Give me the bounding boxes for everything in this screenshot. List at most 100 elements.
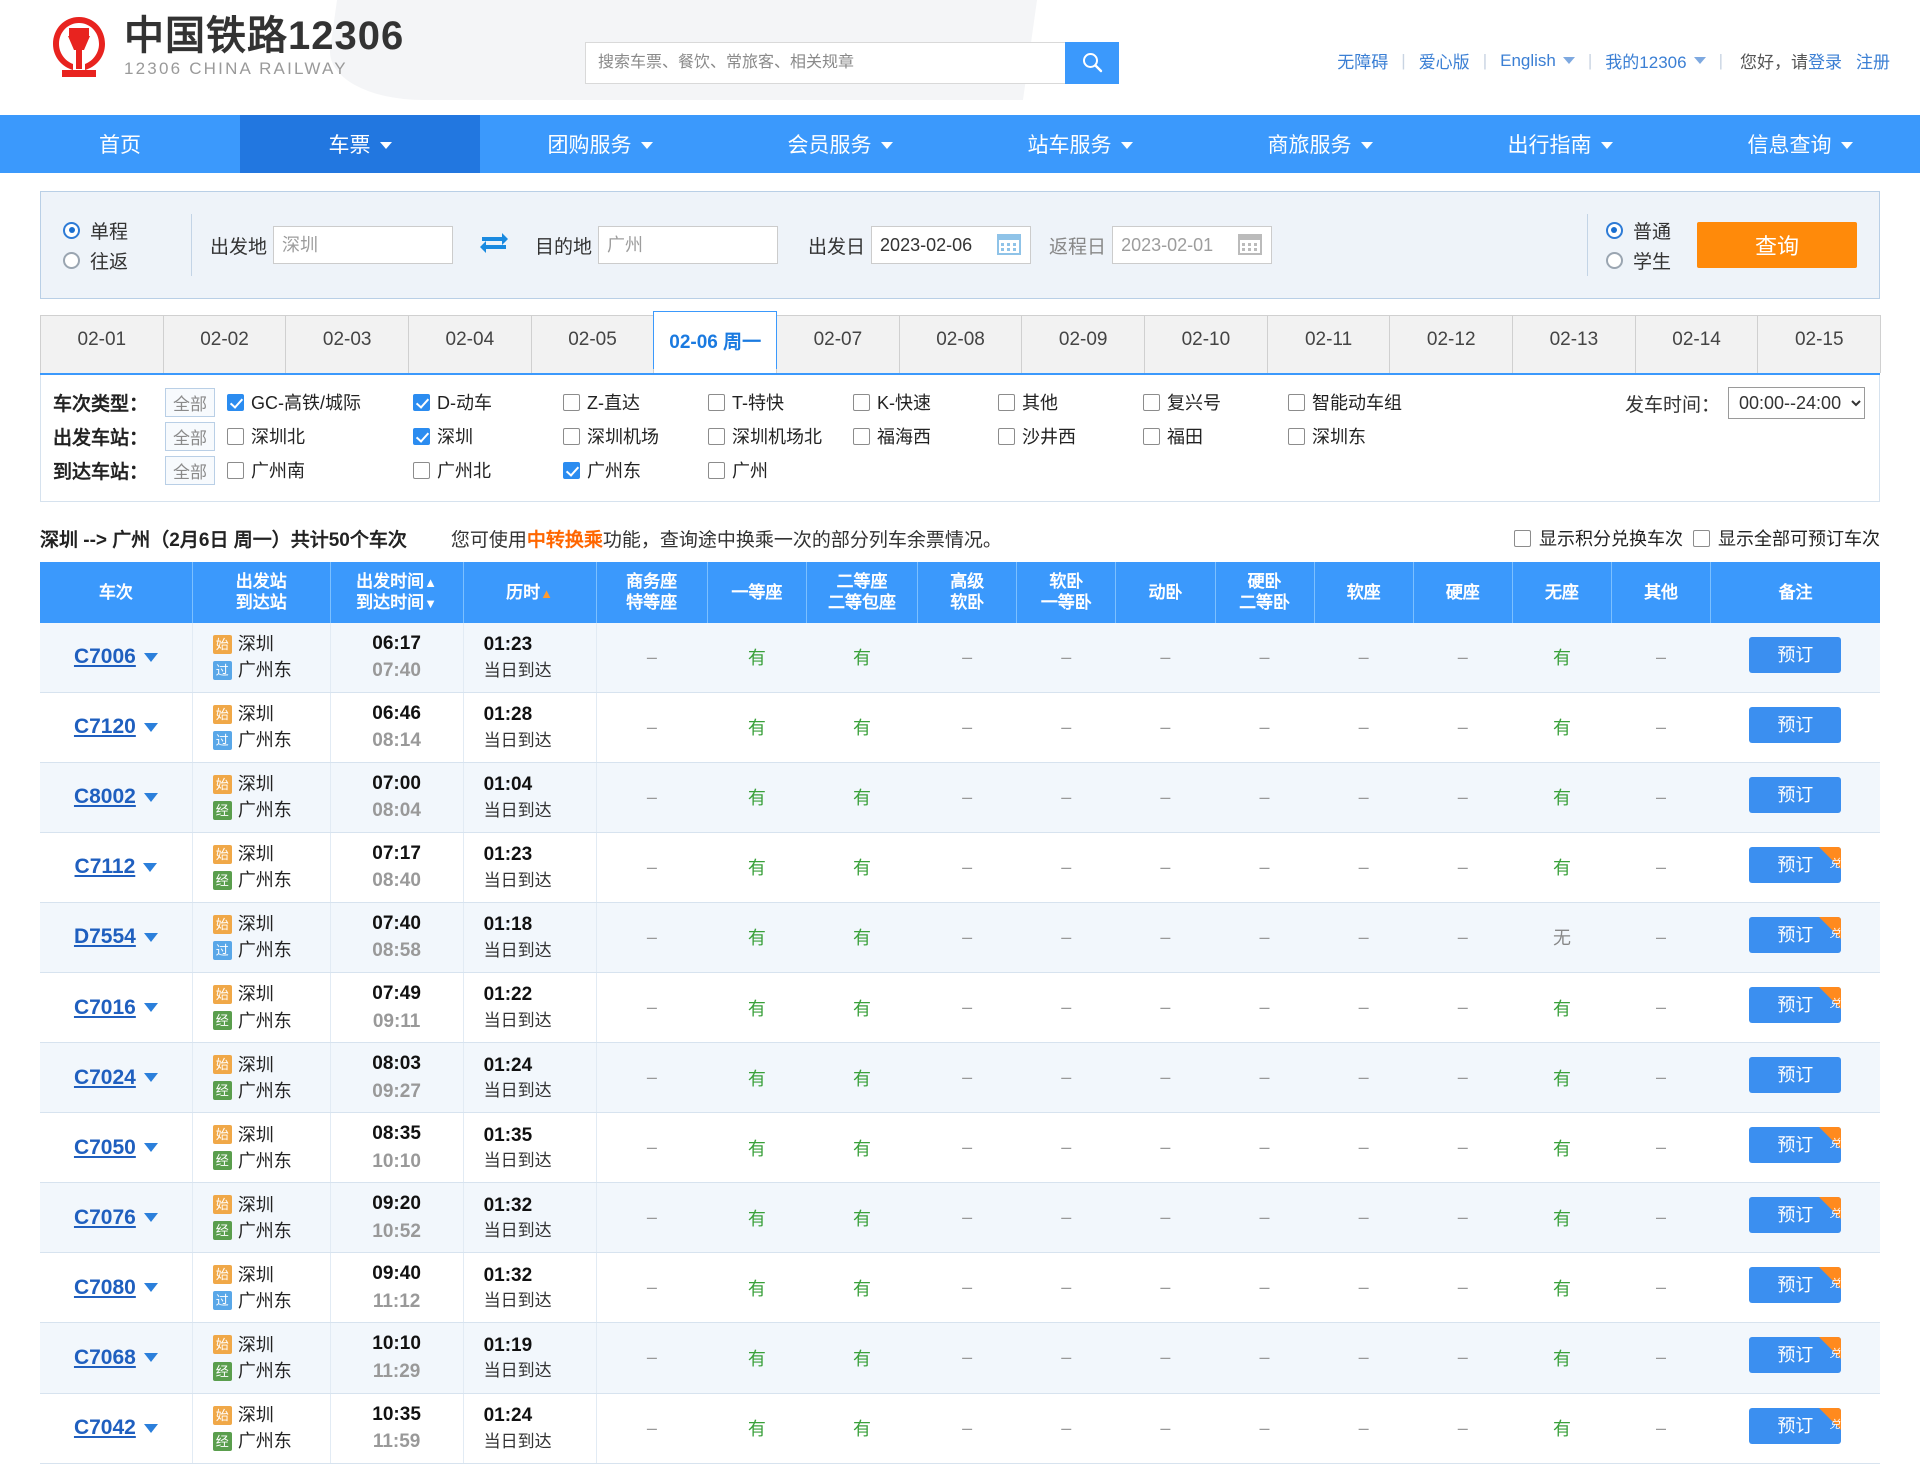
date-tab-13[interactable]: 02-14 [1634, 315, 1759, 373]
transfer-link[interactable]: 中转换乘 [527, 530, 603, 551]
date-tab-10[interactable]: 02-11 [1266, 315, 1391, 373]
train-code-link[interactable]: C8002 [74, 785, 136, 809]
nav-item-5[interactable]: 商旅服务 [1200, 115, 1440, 173]
book-button[interactable]: 预订兑 [1749, 987, 1842, 1024]
search-button[interactable] [1065, 42, 1119, 84]
to-input[interactable] [598, 226, 779, 264]
global-search[interactable] [585, 42, 1119, 84]
chevron-down-icon[interactable] [143, 1283, 158, 1293]
date-tab-7[interactable]: 02-08 [898, 315, 1023, 373]
filter-dep-sjx[interactable]: 沙井西 [998, 423, 1143, 449]
train-code-link[interactable]: C7050 [74, 1136, 136, 1160]
book-button[interactable]: 预订 [1749, 706, 1842, 743]
filter-dep-szjcb[interactable]: 深圳机场北 [708, 423, 853, 449]
book-button[interactable]: 预订兑 [1749, 916, 1842, 953]
filter-smart-emu[interactable]: 智能动车组 [1288, 389, 1402, 415]
depart-date-input[interactable] [871, 226, 1032, 264]
filter-dep-szb[interactable]: 深圳北 [227, 423, 413, 449]
filter-arr-gz[interactable]: 广州 [708, 457, 853, 483]
filter-z[interactable]: Z-直达 [563, 389, 708, 415]
filter-arr-gzb[interactable]: 广州北 [413, 457, 563, 483]
chevron-down-icon[interactable] [143, 1213, 158, 1223]
sort-asc-icon[interactable]: ▲ [424, 575, 437, 590]
nav-item-7[interactable]: 信息查询 [1680, 115, 1920, 173]
date-tab-2[interactable]: 02-03 [285, 315, 410, 373]
nav-item-4[interactable]: 站车服务 [960, 115, 1200, 173]
nav-item-3[interactable]: 会员服务 [720, 115, 960, 173]
swap-stations-button[interactable] [479, 230, 509, 261]
chevron-down-icon[interactable] [143, 1003, 158, 1013]
query-button[interactable]: 查询 [1697, 222, 1857, 268]
filter-dep-ft[interactable]: 福田 [1143, 423, 1288, 449]
from-input[interactable] [273, 226, 454, 264]
col-stations[interactable]: 出发站 到达站 [192, 562, 331, 623]
register-link[interactable]: 注册 [1856, 48, 1890, 73]
chevron-down-icon[interactable] [143, 1143, 158, 1153]
chevron-down-icon[interactable] [143, 652, 158, 662]
chevron-down-icon[interactable] [1693, 57, 1706, 64]
passenger-type-normal[interactable]: 普通 [1605, 215, 1671, 245]
departure-time-select[interactable]: 00:00--24:00 [1728, 387, 1865, 419]
date-tab-11[interactable]: 02-12 [1389, 315, 1514, 373]
chevron-down-icon[interactable] [143, 1423, 158, 1433]
col-train-code[interactable]: 车次 [40, 562, 193, 623]
filter-all-button[interactable]: 全部 [165, 387, 215, 417]
return-date-input[interactable] [1112, 226, 1273, 264]
filter-dep-szjc[interactable]: 深圳机场 [563, 423, 708, 449]
show-points-trains-toggle[interactable]: 显示积分兑换车次 [1514, 525, 1683, 551]
sort-desc-icon[interactable]: ▼ [424, 596, 437, 611]
passenger-type-student[interactable]: 学生 [1605, 245, 1671, 275]
book-button[interactable]: 预订兑 [1749, 1337, 1842, 1374]
my12306-link[interactable]: 我的12306 [1605, 48, 1686, 73]
login-link[interactable]: 登录 [1808, 48, 1842, 73]
train-code-link[interactable]: C7112 [75, 855, 136, 879]
date-tab-9[interactable]: 02-10 [1144, 315, 1268, 373]
filter-d[interactable]: D-动车 [413, 389, 563, 415]
book-button[interactable]: 预订 [1749, 1057, 1842, 1094]
care-version-link[interactable]: 爱心版 [1419, 48, 1470, 73]
book-button[interactable]: 预订兑 [1749, 1267, 1842, 1304]
date-tab-1[interactable]: 02-02 [162, 315, 287, 373]
filter-dep-fhx[interactable]: 福海西 [853, 423, 998, 449]
nav-item-2[interactable]: 团购服务 [480, 115, 720, 173]
accessibility-link[interactable]: 无障碍 [1337, 48, 1388, 73]
filter-arr-gzd[interactable]: 广州东 [563, 457, 708, 483]
train-code-link[interactable]: C7042 [74, 1416, 136, 1440]
filter-all-button[interactable]: 全部 [165, 421, 215, 451]
chevron-down-icon[interactable] [143, 1353, 158, 1363]
nav-item-6[interactable]: 出行指南 [1440, 115, 1680, 173]
date-tab-4[interactable]: 02-05 [530, 315, 655, 373]
col-times[interactable]: 出发时间▲ 到达时间▼ [330, 562, 464, 623]
date-tab-8[interactable]: 02-09 [1021, 315, 1146, 373]
col-duration[interactable]: 历时▲ [463, 562, 597, 623]
date-tab-12[interactable]: 02-13 [1512, 315, 1636, 373]
nav-item-0[interactable]: 首页 [0, 115, 240, 173]
book-button[interactable]: 预订兑 [1749, 1407, 1842, 1444]
chevron-down-icon[interactable] [143, 932, 158, 942]
date-tab-14[interactable]: 02-15 [1757, 315, 1882, 373]
train-code-link[interactable]: C7068 [74, 1346, 136, 1370]
trip-type-oneway[interactable]: 单程 [63, 215, 173, 245]
trip-type-roundtrip[interactable]: 往返 [63, 245, 173, 275]
filter-arr-gzn[interactable]: 广州南 [227, 457, 413, 483]
train-code-link[interactable]: C7006 [74, 645, 136, 669]
filter-all-button[interactable]: 全部 [165, 455, 215, 485]
chevron-down-icon[interactable] [143, 792, 158, 802]
filter-other[interactable]: 其他 [998, 389, 1143, 415]
train-code-link[interactable]: C7076 [74, 1206, 136, 1230]
book-button[interactable]: 预订兑 [1749, 1127, 1842, 1164]
chevron-down-icon[interactable] [1562, 57, 1575, 64]
train-code-link[interactable]: C7024 [74, 1066, 136, 1090]
filter-k[interactable]: K-快速 [853, 389, 998, 415]
date-tab-0[interactable]: 02-01 [40, 315, 164, 373]
train-code-link[interactable]: D7554 [74, 925, 136, 949]
train-code-link[interactable]: C7016 [74, 996, 136, 1020]
filter-dep-szd[interactable]: 深圳东 [1288, 423, 1366, 449]
chevron-down-icon[interactable] [143, 722, 158, 732]
book-button[interactable]: 预订 [1749, 776, 1842, 813]
date-tab-5[interactable]: 02-06 周一 [653, 311, 778, 369]
book-button[interactable]: 预订兑 [1749, 846, 1842, 883]
english-link[interactable]: English [1500, 51, 1556, 71]
date-tab-6[interactable]: 02-07 [776, 315, 900, 373]
train-code-link[interactable]: C7120 [74, 715, 136, 739]
